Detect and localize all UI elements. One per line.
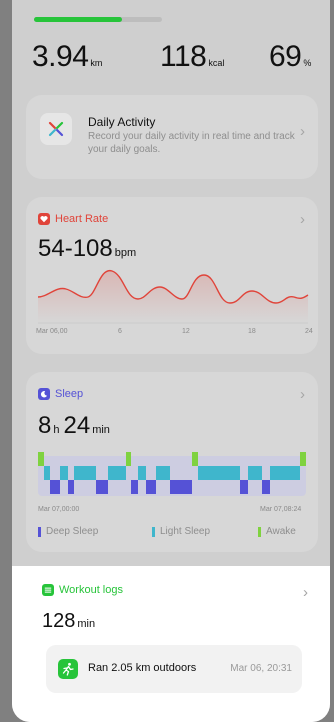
heart-rate-card[interactable]: Heart Rate › 54-108 bpm Mar 06,00 6 12 1…: [26, 197, 318, 354]
hr-x-label-3: 18: [248, 328, 256, 335]
legend-awake-label: Awake: [266, 526, 296, 537]
hr-x-label-4: 24: [305, 328, 313, 335]
calories-value: 118: [160, 40, 207, 73]
legend-deep-sleep-label: Deep Sleep: [46, 526, 99, 537]
sleep-hours-unit: h: [53, 424, 60, 436]
hr-x-label-2: 12: [182, 328, 190, 335]
sleep-minutes: 24: [63, 412, 91, 439]
chevron-right-icon: ›: [300, 123, 305, 140]
sleep-card[interactable]: Sleep › 8 h 24 min Mar 07,00:00 Mar 07,0…: [26, 372, 318, 552]
legend-light-sleep-label: Light Sleep: [160, 526, 211, 537]
moon-icon: [38, 388, 50, 400]
calories-stat: 118 kcal: [160, 40, 224, 74]
awake-swatch: [258, 526, 261, 537]
heart-rate-chart: [37, 270, 309, 324]
running-icon: [58, 659, 78, 679]
sleep-start-label: Mar 07,00:00: [38, 506, 80, 513]
workout-entry-time: Mar 06, 20:31: [230, 663, 292, 674]
chevron-right-icon: ›: [300, 386, 305, 403]
sleep-legend: Deep Sleep Light Sleep Awake: [38, 526, 314, 540]
goal-stat: 69 %: [269, 40, 311, 74]
health-screen: 3.94 km 118 kcal 69 % Daily Activity Rec…: [12, 0, 330, 722]
goal-unit: %: [303, 58, 312, 68]
distance-value: 3.94: [32, 40, 89, 73]
heart-rate-title: Heart Rate: [55, 213, 109, 225]
chevron-right-icon: ›: [300, 211, 305, 228]
deep-sleep-swatch: [38, 526, 41, 537]
goal-value: 69: [269, 40, 302, 73]
legend-deep-sleep: Deep Sleep: [38, 526, 98, 537]
workout-duration-unit: min: [77, 618, 96, 630]
workout-entry[interactable]: Ran 2.05 km outdoors Mar 06, 20:31: [46, 645, 302, 693]
list-icon: [42, 584, 54, 596]
hr-x-label-0: Mar 06,00: [36, 328, 68, 335]
sleep-hours: 8: [38, 412, 52, 439]
goal-progress-fill: [34, 17, 123, 22]
activity-icon: [40, 113, 72, 145]
distance-unit: km: [90, 58, 103, 68]
daily-activity-card[interactable]: Daily Activity Record your daily activit…: [26, 95, 318, 179]
chevron-right-icon: ›: [303, 584, 308, 601]
sleep-minutes-unit: min: [92, 424, 110, 436]
distance-stat: 3.94 km: [32, 40, 102, 74]
workout-duration: 128: [42, 610, 76, 632]
sleep-title: Sleep: [55, 388, 84, 400]
legend-awake: Awake: [258, 526, 296, 537]
calories-unit: kcal: [208, 58, 225, 68]
workout-title: Workout logs: [59, 584, 123, 596]
sleep-stage-chart: [38, 452, 306, 496]
hr-x-label-1: 6: [118, 328, 122, 335]
legend-light-sleep: Light Sleep: [152, 526, 210, 537]
light-sleep-swatch: [152, 526, 155, 537]
daily-activity-title: Daily Activity: [88, 115, 156, 129]
workout-logs-card[interactable]: Workout logs › 128 min Ran 2.05 km outdo…: [12, 566, 330, 722]
sleep-end-label: Mar 07,08:24: [260, 506, 302, 513]
workout-entry-text: Ran 2.05 km outdoors: [88, 662, 197, 674]
heart-icon: [38, 213, 50, 225]
daily-activity-description: Record your daily activity in real time …: [88, 131, 295, 155]
goal-progress-bar: [34, 17, 162, 22]
heart-rate-unit: bpm: [114, 247, 137, 259]
